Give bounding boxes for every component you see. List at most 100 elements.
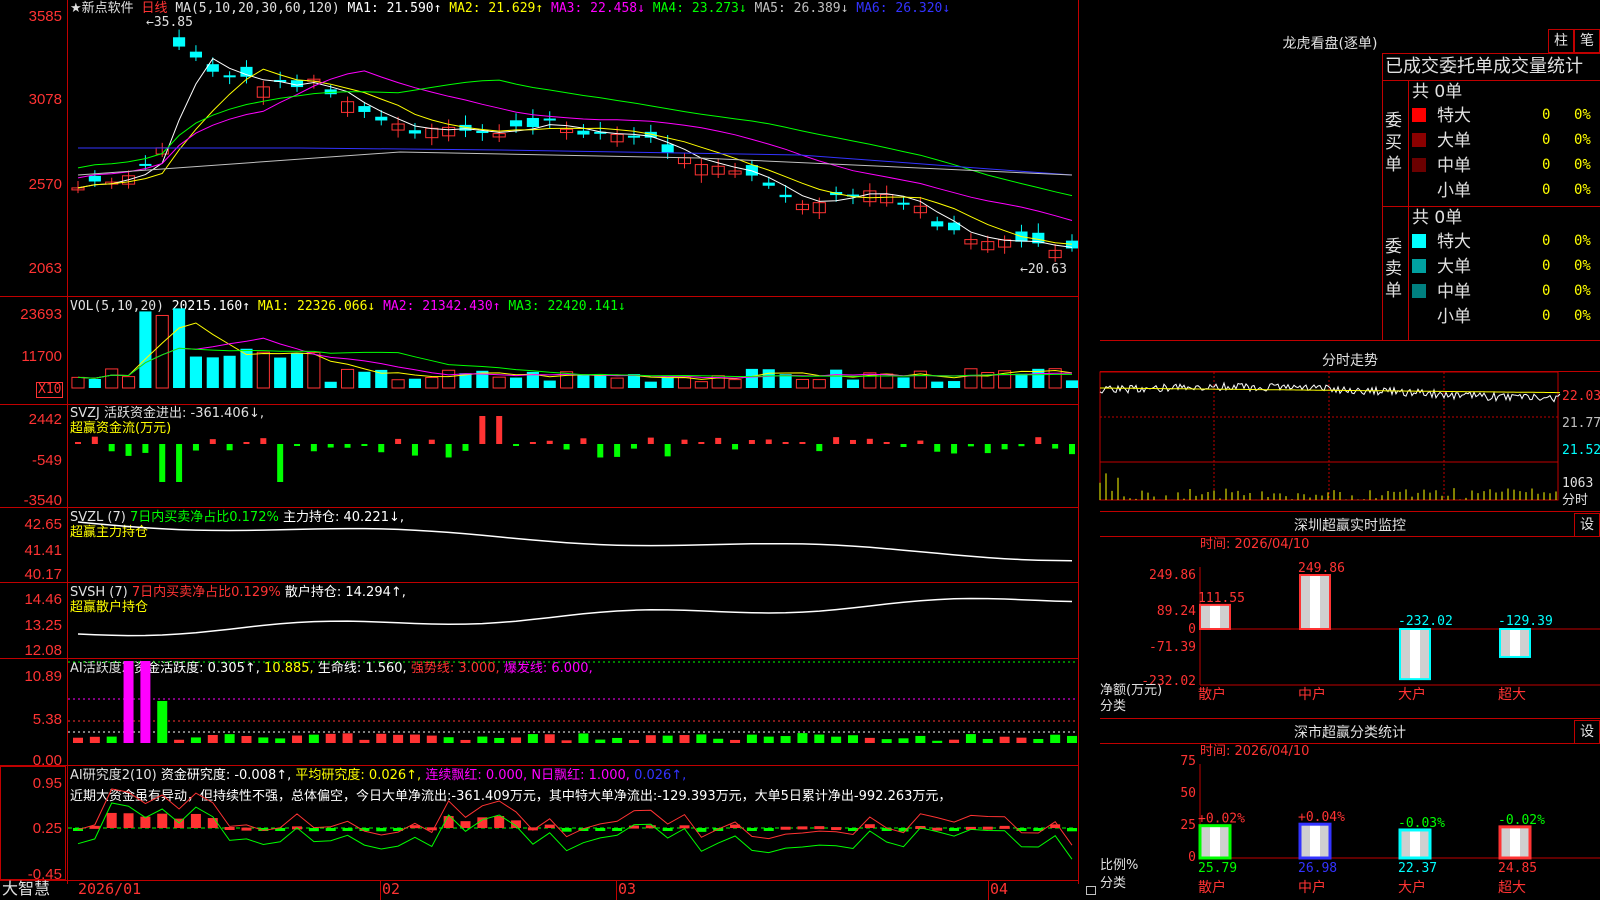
- volume-bar: [897, 377, 910, 388]
- order-row-label: 大单: [1437, 257, 1471, 277]
- ai-res-bar: [308, 828, 319, 832]
- svzj-bar: [479, 416, 486, 444]
- svzj-bar: [1069, 444, 1075, 455]
- ai-act-bar: [426, 735, 437, 743]
- intraday-tick-3: 21.52: [1562, 443, 1600, 458]
- svzj-bar: [91, 436, 98, 444]
- svzj-chart[interactable]: [0, 404, 1078, 507]
- volume-chart[interactable]: [0, 296, 1079, 404]
- svzj-bar: [513, 444, 520, 446]
- svzj-bar: [176, 444, 183, 482]
- ai-res-bar: [814, 826, 825, 830]
- ai-act-bar: [443, 737, 454, 743]
- svsh-chart[interactable]: [0, 582, 1078, 658]
- svzj-bar: [142, 444, 149, 453]
- order-color-swatch: [1412, 284, 1426, 298]
- order-color-swatch: [1412, 259, 1426, 273]
- ai-res-bar: [157, 813, 168, 828]
- stats-change-label: -0.03%: [1398, 816, 1445, 831]
- svzj-bar: [277, 444, 284, 482]
- volume-bar: [661, 376, 674, 388]
- order-color-swatch: [1412, 158, 1426, 172]
- stats-bar-highlight: [1210, 825, 1220, 858]
- candle-body: [88, 175, 101, 182]
- intraday-chart[interactable]: [1099, 371, 1561, 510]
- order-row-count: 0: [1542, 182, 1551, 198]
- ai-res-bar: [561, 828, 572, 832]
- note-mode-button[interactable]: 笔: [1574, 29, 1600, 53]
- stats-chart[interactable]: +0.02% 25.79 散户 +0.04% 26.98 中户 -0.03% 22.37 大户 -…: [1100, 744, 1600, 900]
- svzj-bar: [310, 444, 317, 452]
- volume-bar: [694, 381, 708, 389]
- ai-act-bar: [696, 734, 707, 743]
- volume-bar: [728, 379, 742, 389]
- ai-act-bar: [140, 661, 151, 743]
- stats-bar-highlight: [1310, 824, 1320, 858]
- svzj-bar: [294, 444, 301, 446]
- stats-bar-highlight: [1510, 826, 1520, 858]
- svzj-bar: [529, 442, 536, 444]
- volume-bar: [71, 376, 85, 389]
- volume-bar: [391, 379, 405, 389]
- volume-bar: [358, 371, 371, 388]
- ai-act-bar: [932, 740, 943, 743]
- order-row-pct: 0%: [1574, 308, 1591, 324]
- ai-act-bar: [662, 735, 673, 743]
- svzj-bar: [1018, 444, 1025, 447]
- ai-act-bar: [881, 739, 892, 743]
- ai-res-bar: [999, 825, 1010, 829]
- xaxis-sep-apr: [988, 880, 989, 900]
- ai-act-bar: [292, 735, 303, 743]
- ai-act-bar: [578, 733, 589, 743]
- bar-mode-button[interactable]: 柱: [1548, 29, 1574, 53]
- ai-activity-chart[interactable]: [0, 658, 1078, 765]
- svzl-chart[interactable]: [0, 507, 1078, 582]
- lock-icon[interactable]: [1086, 886, 1096, 895]
- monitor-settings-button[interactable]: 设: [1574, 513, 1600, 537]
- ai-research-chart[interactable]: [0, 765, 1078, 880]
- stats-value-label: 26.98: [1298, 861, 1337, 876]
- ai-res-bar: [190, 813, 201, 828]
- ai-res-bar: [797, 826, 808, 830]
- volume-bar: [121, 376, 136, 389]
- svzj-bar: [260, 438, 267, 444]
- stats-change-label: +0.02%: [1198, 812, 1245, 827]
- stats-settings-button[interactable]: 设: [1574, 720, 1600, 744]
- stats-bar-highlight: [1410, 829, 1420, 858]
- svzj-bar: [159, 444, 166, 482]
- svsh-line: [77, 597, 1073, 637]
- monitor-chart[interactable]: 111.55 散户 249.86 中户 -232.02 大户 -129.39 超大: [1100, 537, 1600, 717]
- ai-res-bar: [831, 827, 842, 831]
- volume-bar: [340, 368, 355, 389]
- ai-res-line-green: [77, 802, 1073, 860]
- buy-orders-block: 委买单共 0单 特大 0 0% 大单 0 0% 中单 0 0% 小单 0 0%: [1382, 80, 1600, 206]
- candle-body: [408, 130, 422, 134]
- stats-category-label: 散户: [1198, 879, 1226, 896]
- xaxis-label-jan: 2026/01: [78, 880, 142, 898]
- svzj-bar: [934, 444, 941, 452]
- kline-chart[interactable]: [0, 0, 1079, 296]
- candle-body: [173, 37, 186, 47]
- svzj-bar: [748, 440, 755, 444]
- svzj-bar: [546, 440, 553, 444]
- volume-bar: [492, 376, 506, 389]
- svzj-bar: [361, 444, 368, 446]
- candle-body: [240, 66, 253, 77]
- svzj-bar: [681, 439, 688, 444]
- svzj-bar: [799, 442, 806, 444]
- ai-res-bar: [932, 827, 943, 831]
- svzj-bar: [226, 444, 233, 451]
- ai-act-bar: [544, 734, 555, 743]
- candle-body: [897, 202, 910, 205]
- svzj-bar: [833, 437, 840, 444]
- xaxis-sep-mar: [616, 880, 617, 900]
- volume-bar: [442, 369, 456, 389]
- volume-bar: [964, 368, 978, 389]
- ai-act-bar: [982, 738, 993, 743]
- svzj-bar: [395, 438, 402, 444]
- ai-act-bar: [409, 734, 420, 743]
- order-row-count: 0: [1542, 283, 1551, 299]
- stats-category-label: 中户: [1298, 879, 1326, 896]
- candle-body: [509, 120, 523, 127]
- monitor-bar-highlight: [1510, 629, 1520, 657]
